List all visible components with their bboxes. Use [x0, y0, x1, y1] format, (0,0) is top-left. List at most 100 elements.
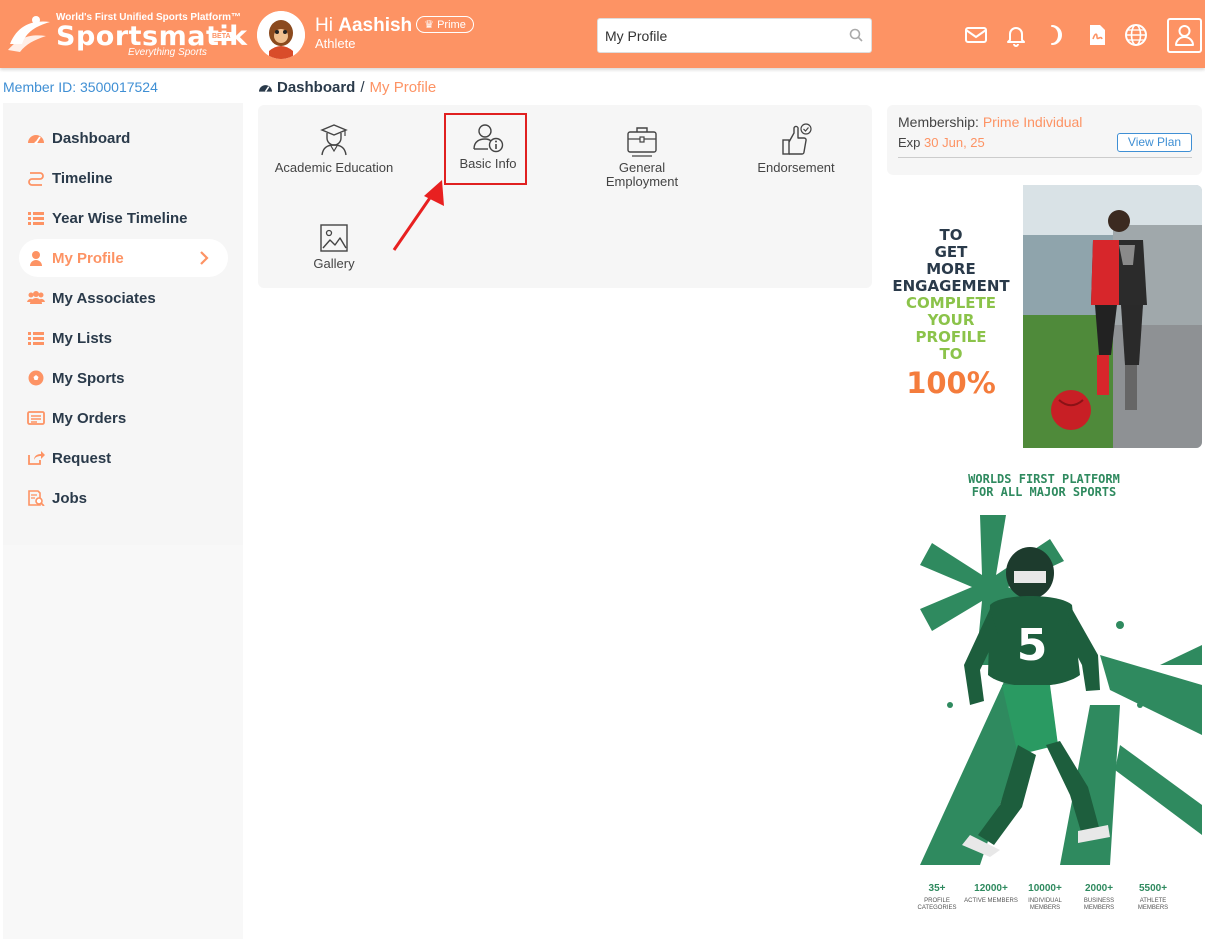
beta-badge: BETA [210, 32, 233, 41]
view-plan-button[interactable]: View Plan [1117, 133, 1192, 152]
sidebar-item-label: Dashboard [52, 129, 131, 147]
dashboard-icon [259, 85, 272, 92]
expiry-label: Exp [898, 135, 921, 150]
stat-label: INDIVIDUAL MEMBERS [1028, 898, 1062, 911]
platform-promo-banner[interactable]: WORLDS FIRST PLATFORM FOR ALL MAJOR SPOR… [910, 460, 1202, 938]
sidebar-item-my-associates[interactable]: My Associates [19, 279, 228, 317]
jobs-icon [28, 490, 45, 506]
stat-item: 35+ PROFILE CATEGORIES [910, 883, 964, 912]
profile-completion-banner[interactable]: TO GET MORE ENGAGEMENT COMPLETE YOUR PRO… [887, 185, 1202, 448]
soccer-player-photo [1023, 185, 1202, 448]
thumbs-up-icon [782, 123, 812, 155]
sidebar-item-my-orders[interactable]: My Orders [19, 399, 228, 437]
sidebar-item-label: My Sports [52, 369, 125, 387]
briefcase-icon [627, 127, 657, 157]
sidebar-item-jobs[interactable]: Jobs [19, 479, 228, 517]
tile-general-employment[interactable]: General Employment [582, 123, 702, 189]
stat-item: 2000+ BUSINESS MEMBERS [1072, 883, 1126, 912]
annotation-arrow-icon [392, 180, 444, 251]
top-header: World's First Unified Sports Platform™ S… [0, 0, 1205, 68]
sidebar-item-timeline[interactable]: Timeline [19, 159, 228, 197]
globe-icon[interactable] [1124, 23, 1148, 47]
sportsmatik-logo[interactable]: World's First Unified Sports Platform™ S… [6, 10, 247, 60]
stat-item: 10000+ INDIVIDUAL MEMBERS [1018, 883, 1072, 912]
sidebar-item-my-profile[interactable]: My Profile [19, 239, 228, 277]
sidebar-item-label: Request [52, 449, 112, 467]
users-icon [27, 291, 45, 304]
mail-icon[interactable] [964, 23, 988, 47]
member-id: Member ID: 3500017524 [3, 79, 158, 95]
graduate-icon [320, 124, 348, 156]
sidebar-item-dashboard[interactable]: Dashboard [19, 119, 228, 157]
stat-label: BUSINESS MEMBERS [1083, 898, 1115, 911]
prime-badge: ♛ Prime [416, 16, 474, 33]
banner-text: TO GET MORE ENGAGEMENT COMPLETE YOUR PRO… [887, 227, 1015, 403]
banner-line: TO [939, 345, 963, 363]
user-role: Athlete [315, 36, 356, 51]
sidebar-item-label: Timeline [52, 169, 113, 187]
search-box[interactable] [597, 18, 872, 53]
chevron-right-icon [200, 251, 209, 265]
sidebar-item-label: Year Wise Timeline [52, 209, 188, 227]
banner-line: COMPLETE [906, 294, 996, 312]
promo-headline-line: FOR ALL MAJOR SPORTS [971, 485, 1117, 499]
user-name: Aashish [338, 15, 413, 36]
banner-line: MORE [926, 260, 976, 278]
jersey-number: 5 [1017, 620, 1048, 671]
moon-icon[interactable] [1044, 23, 1068, 47]
tile-endorsement[interactable]: Endorsement [736, 123, 856, 175]
logo-slogan: Everything Sports [128, 47, 207, 58]
stat-item: 12000+ ACTIVE MEMBERS [964, 883, 1018, 912]
sidebar-item-year-wise-timeline[interactable]: Year Wise Timeline [19, 199, 228, 237]
profile-menu-button[interactable] [1167, 18, 1202, 53]
share-icon [28, 451, 45, 465]
sidebar-item-label: My Profile [52, 249, 124, 267]
stat-label: PROFILE CATEGORIES [917, 898, 957, 911]
avatar[interactable] [257, 11, 305, 59]
pdf-icon[interactable] [1085, 23, 1109, 47]
tile-gallery[interactable]: Gallery [274, 223, 394, 271]
sidebar-item-my-lists[interactable]: My Lists [19, 319, 228, 357]
stat-number: 12000+ [974, 883, 1008, 894]
membership-plan: Prime Individual [982, 114, 1083, 130]
membership-label: Membership: [898, 114, 979, 130]
banner-line: PROFILE [915, 328, 987, 346]
breadcrumb-separator: / [360, 79, 365, 96]
banner-line: YOUR [927, 311, 975, 329]
stat-item: 5500+ ATHLETE MEMBERS [1126, 883, 1180, 912]
profile-sections-card: Academic Education Basic Info General Em… [258, 105, 872, 288]
prime-badge-label: Prime [437, 19, 466, 31]
tile-label: Academic Education [274, 160, 394, 175]
sidebar: Dashboard Timeline Year Wise Timeline My… [3, 103, 243, 939]
sidebar-item-request[interactable]: Request [19, 439, 228, 477]
promo-headline: WORLDS FIRST PLATFORM FOR ALL MAJOR SPOR… [910, 473, 1178, 499]
tile-label: Endorsement [757, 160, 835, 175]
user-icon [1175, 25, 1194, 46]
search-icon[interactable] [849, 28, 863, 42]
bell-icon[interactable] [1004, 23, 1028, 47]
greeting-hi: Hi [315, 15, 333, 36]
sidebar-item-label: My Lists [52, 329, 113, 347]
stat-label: ATHLETE MEMBERS [1137, 898, 1169, 911]
list-icon [28, 332, 44, 345]
breadcrumb-current: My Profile [369, 79, 437, 96]
breadcrumb-home[interactable]: Dashboard [277, 79, 355, 96]
search-input[interactable] [598, 19, 838, 52]
sidebar-item-label: My Orders [52, 409, 127, 427]
sidebar-item-my-sports[interactable]: My Sports [19, 359, 228, 397]
user-icon [30, 251, 42, 266]
expiry-date: 30 Jun, 25 [924, 135, 985, 150]
sidebar-item-label: My Associates [52, 289, 156, 307]
football-player-illustration: 5 [920, 515, 1202, 865]
logo-mark-icon [8, 16, 50, 52]
tile-academic-education[interactable]: Academic Education [274, 123, 394, 175]
sidebar-item-label: Jobs [52, 489, 88, 507]
sidebar-panel: Dashboard Timeline Year Wise Timeline My… [3, 103, 243, 545]
banner-line: ENGAGEMENT [892, 277, 1010, 295]
stat-label: ACTIVE MEMBERS [964, 898, 1018, 904]
tile-label: Gallery [313, 256, 355, 271]
banner-percent: 100% [906, 366, 996, 400]
ball-icon [28, 370, 44, 386]
list-icon [28, 212, 44, 225]
highlight-box [444, 113, 527, 185]
